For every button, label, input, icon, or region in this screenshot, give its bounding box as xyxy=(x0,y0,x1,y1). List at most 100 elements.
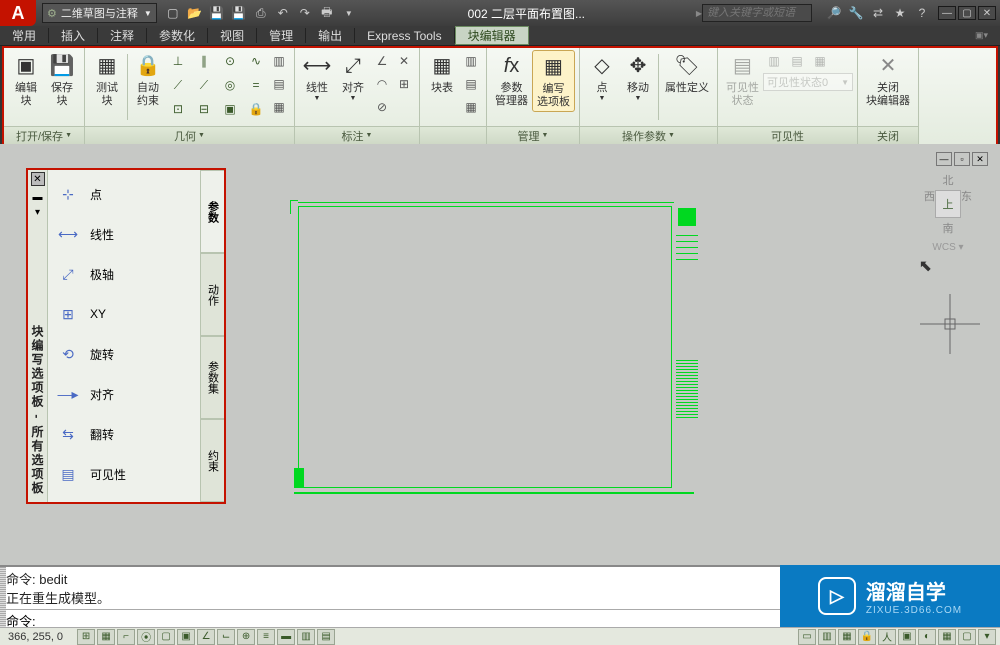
perf-icon[interactable]: ▣ xyxy=(898,629,916,645)
save-block-button[interactable]: 💾保存 块 xyxy=(44,50,80,110)
close-blockeditor-button[interactable]: ✕关闭 块编辑器 xyxy=(862,50,914,110)
tab-view[interactable]: 视图 xyxy=(208,26,256,45)
param-icon[interactable]: ▦ xyxy=(268,96,290,118)
snap-toggle[interactable]: ⊞ xyxy=(77,629,95,645)
tab-annotate[interactable]: 注释 xyxy=(98,26,146,45)
isolate-icon[interactable]: ◐ xyxy=(918,629,936,645)
maximize-button[interactable]: ▢ xyxy=(958,6,976,20)
binoculars-icon[interactable]: 🔎 xyxy=(826,5,842,21)
viewcube-west[interactable]: 西 xyxy=(924,188,935,220)
auto-constrain-button[interactable]: 🔒自动 约束 xyxy=(130,50,166,110)
vis-make-visible-icon[interactable]: ▥ xyxy=(763,50,785,72)
constraint-tangent-icon[interactable]: ⊙ xyxy=(218,50,242,72)
cleanscreen-icon[interactable]: ▢ xyxy=(958,629,976,645)
blocktable-b-icon[interactable]: ▤ xyxy=(460,73,482,95)
tab-express[interactable]: Express Tools xyxy=(355,26,453,45)
angular-dim-icon[interactable]: ∠ xyxy=(371,50,393,72)
vis-mode-icon[interactable]: ▦ xyxy=(809,50,831,72)
print-icon[interactable]: 🖶 xyxy=(319,5,335,21)
plot-icon[interactable]: ⎙ xyxy=(253,5,269,21)
ducs-toggle[interactable]: ⌙ xyxy=(217,629,235,645)
palette-tab-actions[interactable]: 动作 xyxy=(200,253,224,336)
drawing-rect[interactable] xyxy=(298,206,672,488)
constraint-equal-icon[interactable]: = xyxy=(244,74,268,96)
customize-icon[interactable]: ▾ xyxy=(978,629,996,645)
point-param-button[interactable]: ◇点▼ xyxy=(584,50,620,106)
edit-block-button[interactable]: ▣编辑 块 xyxy=(8,50,44,110)
palette-item-linear[interactable]: ⟷线性 xyxy=(50,214,198,254)
polar-toggle[interactable]: ⦿ xyxy=(137,629,155,645)
coords-display[interactable]: 366, 255, 0 xyxy=(0,631,71,643)
constraint-vertical-icon[interactable]: ⊥ xyxy=(166,50,190,72)
panel-title[interactable]: 几何▼ xyxy=(85,126,294,144)
param-manager-button[interactable]: fx参数 管理器 xyxy=(491,50,532,110)
palette-item-point[interactable]: ⊹点 xyxy=(50,174,198,214)
diameter-dim-icon[interactable]: ⊘ xyxy=(371,96,393,118)
palette-pin-icon[interactable]: ▬ xyxy=(33,192,43,203)
close-button[interactable]: ✕ xyxy=(978,6,996,20)
favorite-icon[interactable]: ★ xyxy=(892,5,908,21)
palette-item-align[interactable]: —▸对齐 xyxy=(50,374,198,414)
tab-manage[interactable]: 管理 xyxy=(257,26,305,45)
mdi-close-button[interactable]: ✕ xyxy=(972,152,988,166)
wcs-label[interactable]: WCS ▾ xyxy=(920,242,976,253)
dim-delete-icon[interactable]: ✕ xyxy=(393,50,415,72)
tab-param[interactable]: 参数化 xyxy=(147,26,207,45)
lwt-toggle[interactable]: ≡ xyxy=(257,629,275,645)
hide-constraints-icon[interactable]: ▤ xyxy=(268,73,290,95)
dyn-toggle[interactable]: ⊕ xyxy=(237,629,255,645)
mdi-restore-button[interactable]: ▫ xyxy=(954,152,970,166)
saveas-icon[interactable]: 💾 xyxy=(231,5,247,21)
radius-dim-icon[interactable]: ◠ xyxy=(371,73,393,95)
align-dim-button[interactable]: ⤢对齐▼ xyxy=(335,50,371,106)
vis-make-invisible-icon[interactable]: ▤ xyxy=(786,50,808,72)
qat-more-icon[interactable]: ▼ xyxy=(341,5,357,21)
constraint-horizontal-icon[interactable]: ⟋ xyxy=(166,74,190,96)
help-search-input[interactable] xyxy=(702,4,812,22)
grid-toggle[interactable]: ▦ xyxy=(97,629,115,645)
visibility-state-combo[interactable]: 可见性状态0▼ xyxy=(763,73,853,91)
3dosnap-toggle[interactable]: ▣ xyxy=(177,629,195,645)
authoring-palette-button[interactable]: ▦编写 选项板 xyxy=(532,50,575,112)
viewcube-top-face[interactable]: 上 xyxy=(935,190,961,218)
palette-tab-constraints[interactable]: 约束 xyxy=(200,419,224,502)
constraint-fix-icon[interactable]: ▣ xyxy=(218,98,242,120)
constraint-concentric-icon[interactable]: ◎ xyxy=(218,74,242,96)
palette-tab-paramsets[interactable]: 参数集 xyxy=(200,336,224,419)
qview-drawings-icon[interactable]: ▦ xyxy=(838,629,856,645)
redo-icon[interactable]: ↷ xyxy=(297,5,313,21)
palette-item-visibility[interactable]: ▤可见性 xyxy=(50,454,198,494)
palette-tab-params[interactable]: 参数 xyxy=(200,170,224,253)
key-icon[interactable]: 🔧 xyxy=(848,5,864,21)
panel-title[interactable]: 操作参数▼ xyxy=(580,126,717,144)
otrack-toggle[interactable]: ∠ xyxy=(197,629,215,645)
cmd-resize-handle[interactable] xyxy=(0,567,6,627)
palette-menu-icon[interactable]: ▾ xyxy=(35,207,40,218)
viewcube[interactable]: 北 西 上 东 南 WCS ▾ xyxy=(920,172,976,253)
palette-item-xy[interactable]: ⊞XY xyxy=(50,294,198,334)
exchange-icon[interactable]: ⇄ xyxy=(870,5,886,21)
test-block-button[interactable]: ▦测试 块 xyxy=(89,50,125,110)
undo-icon[interactable]: ↶ xyxy=(275,5,291,21)
visibility-states-button[interactable]: ▤可见性 状态 xyxy=(722,50,763,110)
sc-toggle[interactable]: ▤ xyxy=(317,629,335,645)
qview-layouts-icon[interactable]: ▥ xyxy=(818,629,836,645)
palette-close-button[interactable]: ✕ xyxy=(31,172,45,186)
help-icon[interactable]: ? xyxy=(914,5,930,21)
annoscale-lock-icon[interactable]: 人 xyxy=(878,629,896,645)
minimize-button[interactable]: — xyxy=(938,6,956,20)
palette-titlebar[interactable]: ✕ ▬ ▾ 块编写选项板 - 所有选项板 xyxy=(28,170,48,502)
mdi-minimize-button[interactable]: — xyxy=(936,152,952,166)
dim-param-icon[interactable]: ⊞ xyxy=(393,73,415,95)
blocktable-a-icon[interactable]: ▥ xyxy=(460,50,482,72)
attdef-button[interactable]: 🏷属性定义 xyxy=(661,50,713,97)
qp-toggle[interactable]: ▥ xyxy=(297,629,315,645)
workspace-dropdown[interactable]: ⚙ 二维草图与注释 ▼ xyxy=(42,3,157,23)
constraint-smooth-icon[interactable]: ∿ xyxy=(244,50,268,72)
block-table-button[interactable]: ▦块表 xyxy=(424,50,460,97)
palette-item-flip[interactable]: ⇆翻转 xyxy=(50,414,198,454)
model-button[interactable]: ▭ xyxy=(798,629,816,645)
tpy-toggle[interactable]: ▬ xyxy=(277,629,295,645)
tab-blockeditor[interactable]: 块编辑器 xyxy=(455,26,529,45)
viewcube-south[interactable]: 南 xyxy=(920,220,976,236)
